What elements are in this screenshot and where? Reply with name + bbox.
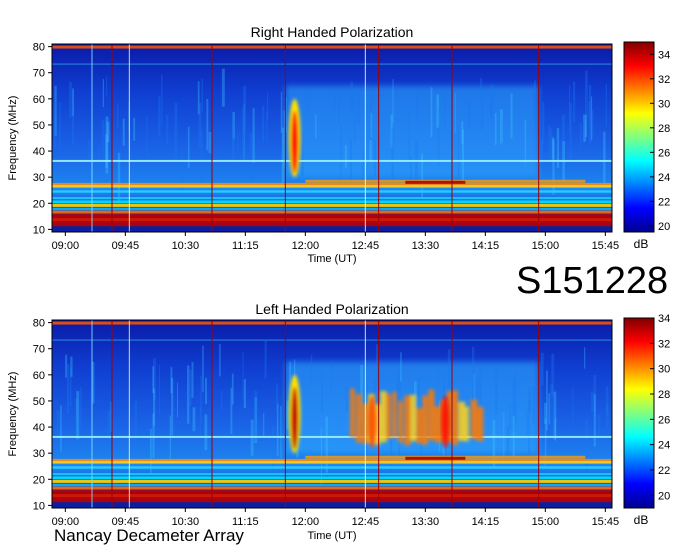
right-band-11 [52,182,612,185]
right-xtick-label-11:15: 11:15 [232,240,259,252]
right-ylabel: Frequency (MHz) [7,96,19,181]
right-burst-0 [288,98,301,178]
left-ylabel: Frequency (MHz) [7,372,19,457]
left-band-0 [52,502,612,506]
left-spectrogram-area [52,320,612,508]
left-cbar-label-32: 32 [658,338,670,350]
left-cbar-label-22: 22 [658,465,670,477]
left-line-80 [52,321,612,325]
right-ytick-label-60: 60 [33,94,45,106]
observatory-label: Nancay Decameter Array [54,526,244,545]
right-line-80 [52,45,612,49]
right-ytick-label-10: 10 [33,224,45,236]
left-burst-2 [441,395,450,448]
left-cbar-label-28: 28 [658,389,670,401]
right-xtick-label-15:45: 15:45 [592,240,620,252]
right-xtick-label-12:45: 12:45 [352,240,380,252]
right-cbar-unit: dB [634,237,649,251]
right-xlabel: Time (UT) [307,253,356,265]
left-ytick-label-20: 20 [33,474,45,486]
left-cbar-label-30: 30 [658,364,670,376]
right-xtick-label-12:00: 12:00 [292,240,320,252]
left-cbar-label-24: 24 [658,440,670,452]
right-xtick-label-09:00: 09:00 [52,240,80,252]
left-panel-title: Left Handed Polarization [255,301,408,317]
right-cbar-label-26: 26 [658,147,670,159]
right-xtick-label-15:00: 15:00 [532,240,560,252]
left-xtick-label-12:00: 12:00 [292,516,320,528]
left-cbar-label-34: 34 [658,313,670,325]
left-ytick-label-30: 30 [33,448,45,460]
right-band-0 [52,226,612,230]
left-burst-1 [368,395,376,448]
left-xtick-label-15:00: 15:00 [532,516,560,528]
left-xtick-label-15:45: 15:45 [592,516,620,528]
right-band-7 [52,200,612,204]
right-cbar-label-28: 28 [658,123,670,135]
right-band-8 [52,197,612,200]
right-xtick-label-14:15: 14:15 [472,240,500,252]
left-xtick-label-12:45: 12:45 [352,516,380,528]
right-band-5 [52,207,612,211]
right-cbar-label-24: 24 [658,172,670,184]
left-band-7 [52,476,612,480]
right-polarization-panel: Right Handed Polarization 10 20 30 40 50 60 70 8… [7,24,670,265]
right-ytick-label-70: 70 [33,68,45,80]
left-band-8 [52,473,612,476]
right-ytick-label-50: 50 [33,120,45,132]
left-polarization-panel: Left Handed Polarization 10 20 30 40 50 60 70 80… [7,301,670,542]
right-line-73 [52,63,612,65]
left-cbar-label-26: 26 [658,414,670,426]
left-line-36 [52,435,612,438]
right-ytick-label-20: 20 [33,198,45,210]
left-bottom-band [52,489,612,499]
right-cbar-label-20: 20 [658,221,670,233]
right-cbar-label-34: 34 [658,49,670,61]
left-colorbar [624,318,654,508]
left-band-9 [52,466,612,469]
right-bottom-band [52,213,612,223]
right-xtick-label-13:30: 13:30 [412,240,440,252]
left-xlabel: Time (UT) [307,530,356,542]
right-ytick-label-40: 40 [33,146,45,158]
right-streak-28-core [405,180,466,184]
left-ytick-label-50: 50 [33,396,45,408]
right-cbar-label-32: 32 [658,74,670,86]
left-streak-28-core [405,456,466,460]
right-band-10 [52,185,612,188]
right-panel-title: Right Handed Polarization [251,24,414,40]
left-xtick-label-14:15: 14:15 [472,516,500,528]
left-ytick-label-80: 80 [33,318,45,330]
right-cbar-label-30: 30 [658,98,670,110]
right-band-6 [52,203,612,207]
left-ytick-label-10: 10 [33,500,45,512]
left-ytick-label-70: 70 [33,344,45,356]
left-band-5 [52,483,612,487]
right-xtick-label-10:30: 10:30 [172,240,200,252]
right-ytick-label-30: 30 [33,172,45,184]
right-colorbar [624,42,654,232]
left-band-6 [52,479,612,483]
station-id-label: S151228 [516,260,669,302]
right-line-36 [52,159,612,162]
left-xtick-label-13:30: 13:30 [412,516,440,528]
right-xtick-label-09:45: 09:45 [112,240,140,252]
left-burst-0 [288,374,301,454]
right-ytick-label-80: 80 [33,42,45,54]
left-band-10 [52,461,612,464]
right-band-9 [52,190,612,193]
left-ytick-label-60: 60 [33,370,45,382]
left-line-73 [52,339,612,341]
left-cbar-unit: dB [634,513,649,527]
right-spectrogram-area [52,44,612,232]
left-ytick-label-40: 40 [33,422,45,434]
left-cbar-label-20: 20 [658,490,670,502]
left-band-11 [52,458,612,461]
right-cbar-label-22: 22 [658,196,670,208]
